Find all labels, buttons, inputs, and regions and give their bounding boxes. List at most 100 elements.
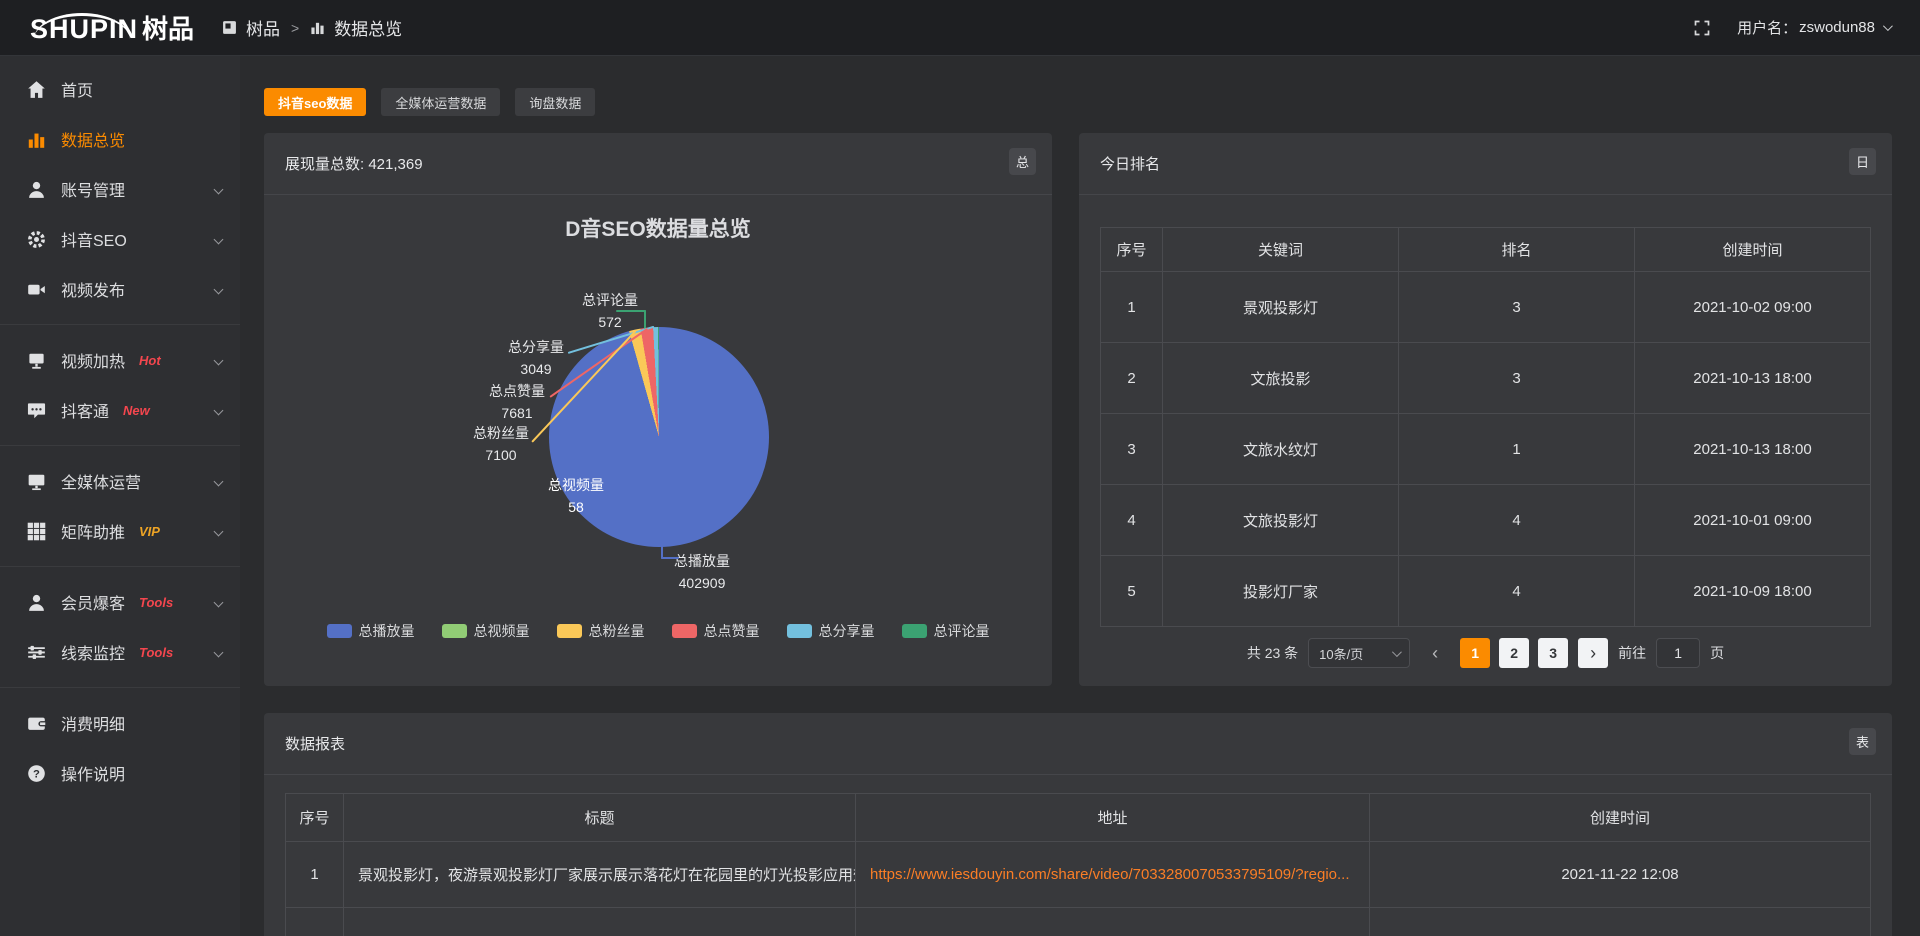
breadcrumb-current[interactable]: 数据总览 <box>334 15 402 40</box>
fullscreen-icon[interactable] <box>1693 19 1711 37</box>
sidebar-divider <box>0 445 240 446</box>
chart-icon <box>27 130 46 149</box>
label-line <box>616 310 646 312</box>
app-header: SHUPIN 树品 树品 > 数据总览 用户名：zswodun88 <box>0 0 1920 56</box>
ranking-panel: 今日排名 日 序号关键词排名创建时间 1景观投影灯32021-10-02 09:… <box>1079 133 1892 686</box>
sidebar-badge-new: New <box>123 403 150 418</box>
username: zswodun88 <box>1799 19 1875 36</box>
table-badge[interactable]: 表 <box>1849 728 1876 755</box>
legend-label: 总视频量 <box>474 621 530 641</box>
legend-item[interactable]: 总粉丝量 <box>557 621 645 641</box>
sidebar-item-data-overview[interactable]: 数据总览 <box>0 114 240 164</box>
gear-icon <box>27 230 46 249</box>
pie-label-plays: 总播放量402909 <box>674 550 730 594</box>
daily-badge[interactable]: 日 <box>1849 148 1876 175</box>
sidebar-item-matrix-boost[interactable]: 矩阵助推 VIP <box>0 506 240 556</box>
cell: 2021-10-02 09:00 <box>1635 272 1871 343</box>
cell: 4 <box>1101 485 1163 556</box>
cell: 文旅水纹灯 <box>1163 414 1399 485</box>
sidebar-divider <box>0 324 240 325</box>
sidebar-item-consumption-detail[interactable]: 消费明细 <box>0 698 240 748</box>
user-icon <box>27 593 46 612</box>
legend-item[interactable]: 总视频量 <box>442 621 530 641</box>
sidebar-item-video-heat[interactable]: 视频加热Hot <box>0 335 240 385</box>
report-panel-header: 数据报表 <box>264 713 1892 775</box>
legend-item[interactable]: 总点赞量 <box>672 621 760 641</box>
column-header: 排名 <box>1399 228 1635 272</box>
cell <box>1370 908 1871 936</box>
breadcrumb-root[interactable]: 树品 <box>246 15 280 40</box>
sidebar-item-home[interactable]: 首页 <box>0 64 240 114</box>
legend-marker <box>787 624 812 638</box>
sidebar-item-label: 数据总览 <box>61 127 125 151</box>
cell <box>344 908 856 936</box>
legend-item[interactable]: 总分享量 <box>787 621 875 641</box>
chart-legend: 总播放量 总视频量 总粉丝量 总点赞量 总分享量 总评论量 <box>264 621 1052 641</box>
report-panel: 数据报表 表 序号标题地址创建时间 1景观投影灯，夜游景观投影灯厂家展示展示落花… <box>264 713 1892 936</box>
pie-label-shares: 总分享量3049 <box>508 336 564 380</box>
goto-page-input[interactable] <box>1656 638 1700 668</box>
sidebar-item-label: 矩阵助推 <box>61 519 125 543</box>
page-button-2[interactable]: 2 <box>1499 638 1529 668</box>
cell: 2021-10-13 18:00 <box>1635 414 1871 485</box>
sidebar-item-label: 抖客通 <box>61 398 109 422</box>
legend-item[interactable]: 总评论量 <box>902 621 990 641</box>
sidebar-item-label: 消费明细 <box>61 711 125 735</box>
sidebar-badge-tools: Tools <box>139 595 173 610</box>
sidebar-item-label: 会员爆客 <box>61 590 125 614</box>
sidebar-item-douketong[interactable]: 抖客通 New <box>0 385 240 435</box>
ranking-row: 5投影灯厂家42021-10-09 18:00 <box>1101 556 1871 627</box>
ranking-row: 4文旅投影灯42021-10-01 09:00 <box>1101 485 1871 556</box>
legend-label: 总评论量 <box>934 621 990 641</box>
cell: 4 <box>1399 556 1635 627</box>
tab-douyin-seo-data[interactable]: 抖音seo数据 <box>264 88 366 116</box>
cell: 1 <box>1399 414 1635 485</box>
column-header: 创建时间 <box>1635 228 1871 272</box>
sidebar-item-douyin-seo[interactable]: 抖音SEO <box>0 214 240 264</box>
cell: 投影灯厂家 <box>1163 556 1399 627</box>
sidebar-item-media-operation[interactable]: 全媒体运营 <box>0 456 240 506</box>
sidebar-item-label: 全媒体运营 <box>61 469 141 493</box>
ranking-row: 3文旅水纹灯12021-10-13 18:00 <box>1101 414 1871 485</box>
cell: 3 <box>1101 414 1163 485</box>
goto-label: 前往 <box>1618 643 1646 663</box>
cell-title: 景观投影灯，夜游景观投影灯厂家展示展示落花灯在花园里的灯光投影应用效果 # <box>344 842 856 908</box>
tab-bar: 抖音seo数据全媒体运营数据询盘数据 <box>264 88 595 116</box>
legend-item[interactable]: 总播放量 <box>327 621 415 641</box>
cell <box>856 908 1370 936</box>
cell: 2 <box>1101 343 1163 414</box>
cell: 3 <box>1399 343 1635 414</box>
chart-panel: 展现量总数: 421,369 总 D音SEO数据量总览 总评论量572 总分享量… <box>264 133 1052 686</box>
sidebar-badge-vip: VIP <box>139 524 160 539</box>
page-size-select[interactable]: 10条/页 <box>1308 638 1410 668</box>
logo: SHUPIN 树品 <box>0 9 240 46</box>
tab-inquiry-data[interactable]: 询盘数据 <box>515 88 595 116</box>
ranking-row: 2文旅投影32021-10-13 18:00 <box>1101 343 1871 414</box>
sidebar-item-clue-monitor[interactable]: 线索监控Tools <box>0 627 240 677</box>
prev-page-button[interactable]: ‹ <box>1420 638 1450 668</box>
page-button-3[interactable]: 3 <box>1538 638 1568 668</box>
column-header: 地址 <box>856 794 1370 842</box>
sidebar-item-label: 首页 <box>61 77 93 101</box>
video-url-link[interactable]: https://www.iesdouyin.com/share/video/70… <box>870 866 1355 883</box>
chevron-down-icon <box>214 647 224 657</box>
user-menu[interactable]: 用户名：zswodun88 <box>1737 17 1890 38</box>
wallet-icon <box>27 714 46 733</box>
page-button-1[interactable]: 1 <box>1460 638 1490 668</box>
cell: 3 <box>1399 272 1635 343</box>
sidebar-item-instructions[interactable]: ?操作说明 <box>0 748 240 798</box>
sidebar-item-account-manage[interactable]: 账号管理 <box>0 164 240 214</box>
sidebar-item-video-publish[interactable]: 视频发布 <box>0 264 240 314</box>
chevron-down-icon <box>214 526 224 536</box>
next-page-button[interactable]: › <box>1578 638 1608 668</box>
chat-icon <box>27 401 46 420</box>
column-header: 标题 <box>344 794 856 842</box>
legend-label: 总点赞量 <box>704 621 760 641</box>
tab-media-operation-data[interactable]: 全媒体运营数据 <box>381 88 500 116</box>
pie-label-videos: 总视频量58 <box>548 474 604 518</box>
pagination: 共 23 条 10条/页 ‹ 123 › 前往 页 <box>1079 638 1892 668</box>
label-line <box>661 557 679 559</box>
legend-label: 总粉丝量 <box>589 621 645 641</box>
sidebar: 首页数据总览账号管理抖音SEO视频发布视频加热Hot 抖客通 New 全媒体运营矩阵助… <box>0 56 240 936</box>
sidebar-item-member-burst[interactable]: 会员爆客 Tools <box>0 577 240 627</box>
